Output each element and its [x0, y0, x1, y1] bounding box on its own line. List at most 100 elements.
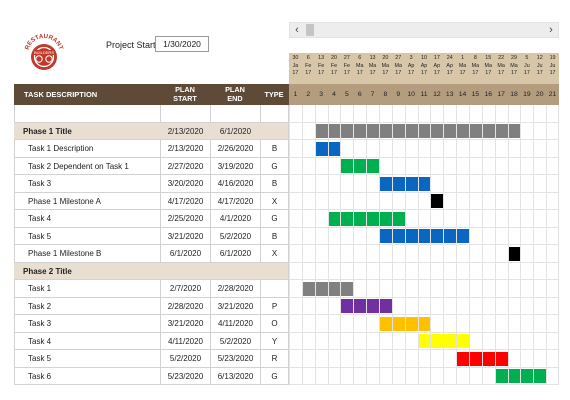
type-cell[interactable]	[260, 262, 289, 280]
week-date-part: 17	[318, 70, 325, 76]
task-description-cell[interactable]	[14, 105, 160, 123]
plan-start-cell[interactable]: 5/2/2020	[160, 350, 210, 368]
plan-end-cell[interactable]: 4/11/2020	[210, 315, 260, 333]
plan-end-cell[interactable]: 3/21/2020	[210, 297, 260, 315]
plan-end-cell[interactable]: 5/2/2020	[210, 332, 260, 350]
week-date-4: 20 Fe 17	[328, 53, 341, 84]
scroll-right-arrow-icon[interactable]: ›	[544, 23, 558, 37]
plan-end-cell[interactable]	[210, 105, 260, 123]
gantt-column-line	[546, 105, 548, 385]
week-number: 4	[332, 91, 336, 98]
gantt-column-line	[430, 105, 432, 385]
type-cell[interactable]	[260, 105, 289, 123]
type-cell[interactable]: P	[260, 297, 289, 315]
gantt-row-line	[289, 156, 559, 158]
week-date-part: 10	[420, 55, 427, 61]
type-cell[interactable]: G	[260, 210, 289, 228]
plan-start-cell[interactable]: 2/13/2020	[160, 123, 210, 140]
type-cell[interactable]: O	[260, 315, 289, 333]
plan-start-cell[interactable]: 3/21/2020	[160, 315, 210, 333]
plan-end-cell[interactable]: 4/17/2020	[210, 192, 260, 210]
type-cell[interactable]: B	[260, 140, 289, 158]
header-plan-end-line1: PLAN	[225, 85, 245, 94]
task-description-cell[interactable]: Task 3	[14, 175, 160, 193]
plan-start-cell[interactable]: 2/27/2020	[160, 157, 210, 175]
plan-start-cell[interactable]: 2/25/2020	[160, 210, 210, 228]
plan-end-cell[interactable]	[210, 263, 260, 280]
week-number: 11	[420, 91, 428, 98]
task-description-cell[interactable]: Phase 1 Milestone A	[14, 192, 160, 210]
plan-end-cell[interactable]: 6/13/2020	[210, 367, 260, 385]
task-description-cell[interactable]: Task 2 Dependent on Task 1	[14, 157, 160, 175]
week-date-part: 17	[305, 70, 312, 76]
task-description-cell[interactable]: Task 6	[14, 367, 160, 385]
type-cell[interactable]: X	[260, 245, 289, 263]
type-cell[interactable]: R	[260, 350, 289, 368]
plan-end-cell[interactable]: 5/23/2020	[210, 350, 260, 368]
plan-start-cell[interactable]	[160, 263, 210, 280]
week-date-20: 12 Ju 17	[533, 53, 546, 84]
plan-start-cell[interactable]: 2/7/2020	[160, 280, 210, 298]
type-cell[interactable]: B	[260, 227, 289, 245]
plan-end-cell[interactable]: 4/1/2020	[210, 210, 260, 228]
plan-start-cell[interactable]: 2/28/2020	[160, 297, 210, 315]
plan-end-cell[interactable]: 3/19/2020	[210, 157, 260, 175]
task-description-cell[interactable]: Task 5	[14, 350, 160, 368]
plan-start-cell[interactable]: 6/1/2020	[160, 245, 210, 263]
week-date-part: Ma	[394, 62, 403, 69]
type-cell[interactable]: B	[260, 175, 289, 193]
type-cell[interactable]	[260, 122, 289, 140]
gantt-bar[interactable]	[507, 246, 521, 261]
task-description-cell[interactable]: Task 4	[14, 332, 160, 350]
plan-start-cell[interactable]	[160, 105, 210, 123]
plan-start-cell[interactable]: 3/20/2020	[160, 175, 210, 193]
gantt-column-line	[404, 105, 406, 385]
gantt-column-line	[327, 105, 329, 385]
plan-end-cell[interactable]: 6/1/2020	[210, 245, 260, 263]
week-date-part: Fe	[317, 62, 325, 69]
plan-start-cell[interactable]: 4/11/2020	[160, 332, 210, 350]
task-description-cell[interactable]: Task 4	[14, 210, 160, 228]
task-description-cell[interactable]: Task 2	[14, 297, 160, 315]
task-description-cell[interactable]: Phase 1 Milestone B	[14, 245, 160, 263]
type-cell[interactable]: G	[260, 157, 289, 175]
gantt-bar[interactable]	[340, 159, 379, 173]
timeline-scrollbar[interactable]: ‹ ›	[289, 22, 559, 38]
plan-end-cell[interactable]: 6/1/2020	[210, 123, 260, 140]
plan-start-cell[interactable]: 5/23/2020	[160, 367, 210, 385]
scroll-left-arrow-icon[interactable]: ‹	[290, 23, 304, 37]
task-description-cell[interactable]: Task 3	[14, 315, 160, 333]
gantt-row-line	[289, 331, 559, 333]
plan-end-cell[interactable]: 2/26/2020	[210, 140, 260, 158]
plan-start-cell[interactable]: 3/21/2020	[160, 227, 210, 245]
plan-end-cell[interactable]: 2/28/2020	[210, 280, 260, 298]
week-number: 20	[535, 91, 544, 98]
gantt-column-line	[507, 105, 509, 385]
task-description-cell[interactable]: Phase 1 Title	[14, 123, 160, 140]
type-cell[interactable]: Y	[260, 332, 289, 350]
plan-start-cell[interactable]: 4/17/2020	[160, 192, 210, 210]
project-start-field[interactable]: 1/30/2020	[155, 36, 209, 52]
type-cell[interactable]	[260, 280, 289, 298]
week-date-5: 27 Fe 17	[340, 53, 353, 84]
gantt-column-line	[481, 105, 483, 385]
week-date-part: Ja	[292, 62, 299, 69]
gantt-column-line	[340, 105, 342, 385]
scroll-thumb[interactable]	[306, 24, 314, 36]
week-date-part: Ma	[381, 62, 390, 69]
gantt-row-line	[289, 209, 559, 210]
week-number: 10	[407, 91, 415, 98]
gantt-column-line	[417, 105, 419, 385]
gantt-bar[interactable]	[430, 194, 444, 208]
task-description-cell[interactable]: Phase 2 Title	[14, 263, 160, 280]
task-description-cell[interactable]: Task 1 Description	[14, 140, 160, 158]
plan-start-cell[interactable]: 2/13/2020	[160, 140, 210, 158]
type-cell[interactable]: X	[260, 192, 289, 210]
plan-end-cell[interactable]: 5/2/2020	[210, 227, 260, 245]
plan-end-cell[interactable]: 4/16/2020	[210, 175, 260, 193]
week-number: 2	[306, 91, 311, 98]
type-cell[interactable]: G	[260, 367, 289, 385]
task-description-cell[interactable]: Task 5	[14, 227, 160, 245]
week-date-part: 24	[446, 55, 453, 61]
task-description-cell[interactable]: Task 1	[14, 280, 160, 298]
